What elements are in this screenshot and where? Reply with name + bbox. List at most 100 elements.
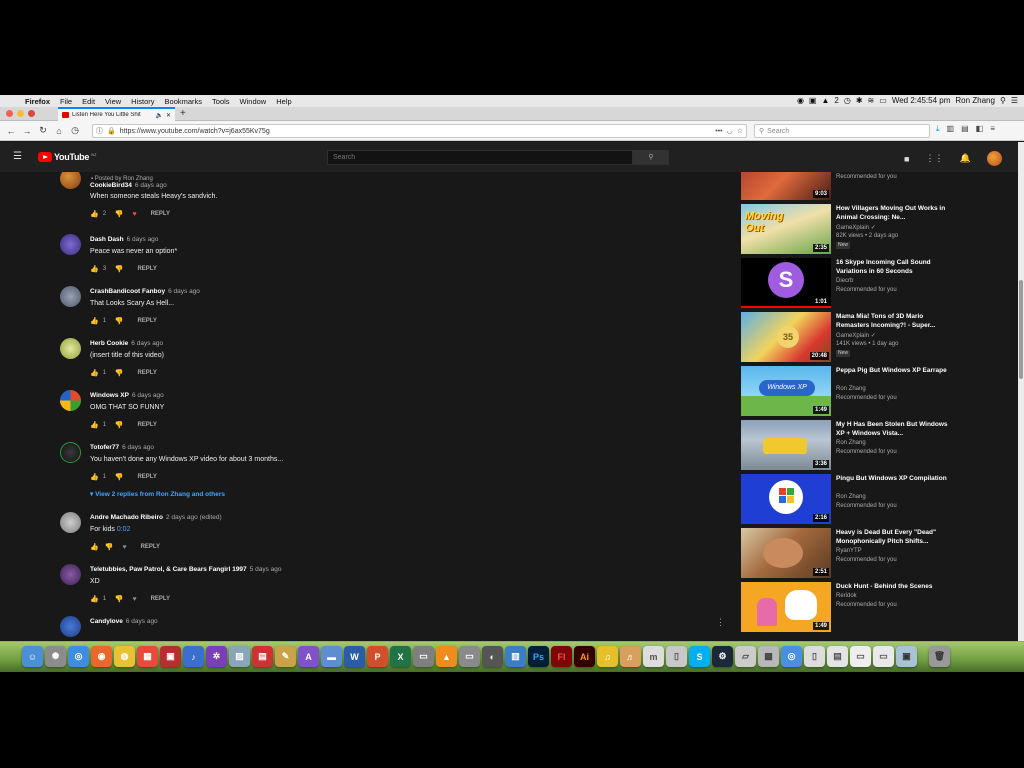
user-name[interactable]: Ron Zhang xyxy=(955,95,995,107)
disk-utility-icon[interactable]: ▭ xyxy=(459,646,480,667)
chrome-icon[interactable]: ◍ xyxy=(114,646,135,667)
video-card[interactable]: Windows XP 1:49 Peppa Pig But Windows XP… xyxy=(741,366,1017,416)
video-thumbnail[interactable]: S 1:01 xyxy=(741,258,831,308)
adobe-icon[interactable]: ▲ xyxy=(821,95,829,107)
dislike-icon[interactable]: 👎 xyxy=(115,265,124,273)
video-channel[interactable]: Ron Zhang xyxy=(836,440,866,446)
menu-history[interactable]: History xyxy=(126,97,159,106)
photoshop-icon[interactable]: Ps xyxy=(528,646,549,667)
preview-icon[interactable]: ▨ xyxy=(229,646,250,667)
comment-author[interactable]: Herb Cookie 6 days ago xyxy=(90,340,163,347)
image-capture-icon[interactable]: ▩ xyxy=(758,646,779,667)
trash-icon[interactable]: 🗑 xyxy=(929,646,950,667)
firefox-icon[interactable]: ◉ xyxy=(91,646,112,667)
video-thumbnail[interactable]: 35 20:48 xyxy=(741,312,831,362)
comment-author[interactable]: Windows XP 6 days ago xyxy=(90,392,164,399)
garageband-icon[interactable]: ♬ xyxy=(620,646,641,667)
comment-author[interactable]: Dash Dash 6 days ago xyxy=(90,236,158,243)
comment-author[interactable]: Candylove 6 days ago xyxy=(90,618,158,625)
safari-icon[interactable]: ◎ xyxy=(68,646,89,667)
dislike-icon[interactable]: 👎 xyxy=(115,317,124,325)
illustrator-icon[interactable]: Ai xyxy=(574,646,595,667)
new-tab-button[interactable]: + xyxy=(180,107,186,120)
hamburger-menu-icon[interactable]: ≡ xyxy=(990,124,995,134)
menu-app-name[interactable]: Firefox xyxy=(20,97,55,106)
page-actions-icon[interactable]: ••• xyxy=(715,128,722,135)
comment-author[interactable]: Andre Machado Ribeiro 2 days ago (edited) xyxy=(90,514,222,521)
bookmark-star-icon[interactable]: ☆ xyxy=(737,127,743,135)
screenshot-icon[interactable]: ▣ xyxy=(896,646,917,667)
display-icon[interactable]: ▣ xyxy=(809,95,817,107)
comment-author[interactable]: CookieBird34 6 days ago xyxy=(90,182,167,189)
textedit-icon[interactable]: ▥ xyxy=(505,646,526,667)
video-channel[interactable]: Ron Zhang xyxy=(836,494,866,500)
browser-search-bar[interactable]: ⚲ Search xyxy=(754,124,930,138)
badge-count[interactable]: 2 xyxy=(834,95,838,107)
reload-button[interactable]: ↻ xyxy=(35,125,51,136)
avatar[interactable] xyxy=(60,564,81,585)
maximize-window-button[interactable] xyxy=(28,110,35,117)
video-title[interactable]: My H Has Been Stolen But Windows XP + Wi… xyxy=(836,421,951,438)
reply-button[interactable]: REPLY xyxy=(151,211,170,217)
video-card[interactable]: 2:51 Heavy is Dead But Every "Dead" Mono… xyxy=(741,528,1017,578)
excel-icon[interactable]: X xyxy=(390,646,411,667)
video-card[interactable]: S 1:01 16 Skype Incoming Call Sound Vari… xyxy=(741,258,1017,308)
itunes-icon[interactable]: ♪ xyxy=(183,646,204,667)
word-icon[interactable]: W xyxy=(344,646,365,667)
account-avatar[interactable] xyxy=(986,151,1002,166)
menu-help[interactable]: Help xyxy=(271,97,296,106)
video-card[interactable]: 9:03 Recommended for you xyxy=(741,172,1017,200)
video-thumbnail[interactable]: 3:36 xyxy=(741,420,831,470)
notification-center-icon[interactable]: ☰ xyxy=(1011,95,1018,107)
video-thumbnail[interactable]: 2:16 xyxy=(741,474,831,524)
menu-file[interactable]: File xyxy=(55,97,77,106)
like-icon[interactable]: 👍 xyxy=(90,595,99,603)
reply-button[interactable]: REPLY xyxy=(137,474,156,480)
flash-icon[interactable]: Fl xyxy=(551,646,572,667)
video-card[interactable]: 35 20:48 Mama Mia! Tons of 3D Mario Rema… xyxy=(741,312,1017,362)
dislike-icon[interactable]: 👎 xyxy=(115,210,124,218)
heart-icon[interactable]: ♥ xyxy=(122,544,126,551)
notes-icon[interactable]: ✎ xyxy=(275,646,296,667)
like-icon[interactable]: 👍 xyxy=(90,210,99,218)
audio-app-icon[interactable]: ♫ xyxy=(597,646,618,667)
avatar[interactable] xyxy=(60,286,81,307)
video-title[interactable]: Duck Hunt - Behind the Scenes xyxy=(836,583,951,592)
comment-menu-icon[interactable]: ⋮ xyxy=(716,617,725,628)
avatar[interactable] xyxy=(60,442,81,463)
video-channel[interactable]: GameXplain ✓ xyxy=(836,332,876,339)
vlc-icon[interactable]: ▲ xyxy=(436,646,457,667)
video-channel[interactable]: Reridok xyxy=(836,593,857,599)
avatar[interactable] xyxy=(60,338,81,359)
youtube-search-button[interactable]: ⚲ xyxy=(633,150,669,165)
library-icon[interactable]: ▥ xyxy=(947,124,955,134)
video-title[interactable]: Heavy is Dead But Every "Dead" Monophoni… xyxy=(836,529,951,546)
comment-author[interactable]: CrashBandicoot Fanboy 6 days ago xyxy=(90,288,200,295)
video-channel[interactable]: Ron Zhang xyxy=(836,386,866,392)
timestamp-link[interactable]: 0:02 xyxy=(117,526,131,533)
dislike-icon[interactable]: 👎 xyxy=(115,473,124,481)
launchpad-icon[interactable]: ✺ xyxy=(45,646,66,667)
minimize-window-button[interactable] xyxy=(17,110,24,117)
file-icon[interactable]: ▤ xyxy=(827,646,848,667)
reply-button[interactable]: REPLY xyxy=(137,266,156,272)
like-icon[interactable]: 👍 xyxy=(90,473,99,481)
view-replies-link[interactable]: ▾ View 2 replies from Ron Zhang and othe… xyxy=(90,490,225,498)
menu-bookmarks[interactable]: Bookmarks xyxy=(160,97,208,106)
video-card[interactable]: 2:16 Pingu But Windows XP Compilation Ro… xyxy=(741,474,1017,524)
video-title[interactable]: How Villagers Moving Out Works in Animal… xyxy=(836,205,951,222)
video-card[interactable]: 1:49 Duck Hunt - Behind the Scenes Rerid… xyxy=(741,582,1017,632)
dislike-icon[interactable]: 👎 xyxy=(115,595,124,603)
guide-menu-icon[interactable]: ☰ xyxy=(13,151,22,162)
app-store-icon[interactable]: A xyxy=(298,646,319,667)
reply-button[interactable]: REPLY xyxy=(141,544,160,550)
battery-icon[interactable]: ▭ xyxy=(879,95,887,107)
like-icon[interactable]: 👍 xyxy=(90,369,99,377)
wifi-icon[interactable]: ≋ xyxy=(868,95,875,107)
sidebar-icon[interactable]: ▤ xyxy=(961,124,969,134)
youtube-logo[interactable]: YouTube NZ xyxy=(38,152,96,162)
photo-booth-icon[interactable]: ▣ xyxy=(160,646,181,667)
forward-button[interactable]: → xyxy=(19,126,35,136)
dislike-icon[interactable]: 👎 xyxy=(105,543,114,551)
powerpoint-icon[interactable]: P xyxy=(367,646,388,667)
